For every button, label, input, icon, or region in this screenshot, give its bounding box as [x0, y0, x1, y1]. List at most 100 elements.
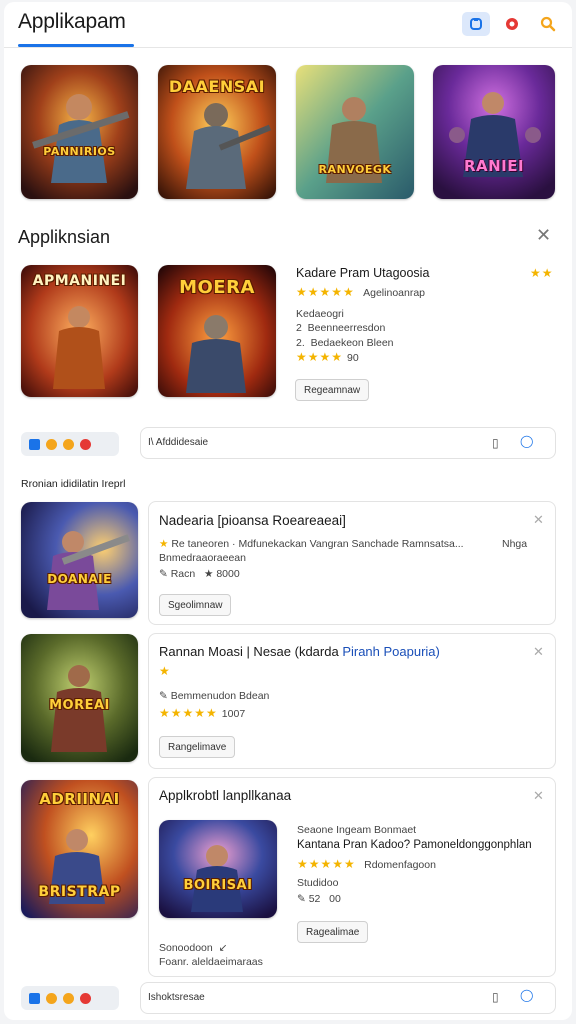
- tile-art-text: RANIEI: [463, 157, 525, 175]
- detail-title[interactable]: Kadare Pram Utagoosia: [296, 266, 429, 280]
- app-tile[interactable]: APMANINEI: [21, 265, 138, 397]
- featured-app-tile[interactable]: DAAENSAI: [158, 65, 276, 199]
- red-dot-icon[interactable]: [80, 992, 91, 1004]
- meta-text: Bemmenudon Bdean: [170, 690, 270, 702]
- detail-line: Kedaeogri: [296, 308, 344, 320]
- rating-value: 90: [347, 352, 359, 364]
- rating-value: 1007: [221, 708, 246, 720]
- top-app-bar: Applikapam: [4, 2, 572, 48]
- tile-art-text: RANVOEGK: [318, 163, 392, 176]
- stat-b: 00: [329, 893, 341, 905]
- info-stats: ✎ 52 00: [297, 893, 341, 905]
- featured-app-tile[interactable]: RANVOEGK: [296, 65, 414, 199]
- refresh-icon[interactable]: ◯: [520, 434, 533, 448]
- list-item-image[interactable]: MOREAI: [21, 634, 138, 762]
- info-line: Seaone Ingeam Bonmaet: [297, 824, 417, 836]
- red-dot-icon[interactable]: [80, 438, 91, 450]
- search-icon: [540, 16, 556, 32]
- detail-line: 2 Beenneerresdon: [296, 322, 386, 334]
- list-item-extra: Nhga: [502, 538, 528, 550]
- list-item-button[interactable]: Sgeolimnaw: [159, 594, 232, 616]
- tile-art-text: MOERA: [179, 277, 255, 298]
- detail-line: 2. Bedaekeon Bleen: [296, 337, 394, 349]
- close-icon[interactable]: ✕: [536, 225, 551, 246]
- rating-label: Agelinoanrap: [363, 287, 426, 299]
- list-item-title[interactable]: Applkrobtl lanpllkanaa: [159, 788, 291, 803]
- list-item-title[interactable]: Nadearia [pioansa Roeareaeai]: [159, 513, 346, 528]
- game-art-image: [21, 65, 138, 199]
- list-item-button[interactable]: Rangelimave: [159, 736, 236, 758]
- detail-rating-row: ★★★★ 90: [296, 350, 359, 364]
- quick-actions: [21, 986, 119, 1010]
- title-text: Rannan Moasi | Nesae (kdarda: [159, 644, 343, 659]
- list-item-image[interactable]: DOANAIE: [21, 502, 138, 618]
- info-rating: ★★★★★ Rdomenfagoon: [297, 857, 436, 871]
- pin-icon[interactable]: ✕: [533, 512, 544, 528]
- rating-label: Rdomenfagoon: [364, 859, 436, 871]
- detail-action-button[interactable]: Regeamnaw: [295, 379, 370, 401]
- tile-art-text: ADRIINAI: [39, 790, 120, 808]
- list-item-rating: ★★★★★ 1007: [159, 706, 246, 720]
- app-icon-button[interactable]: [462, 12, 490, 36]
- bookmark-icon[interactable]: [29, 992, 40, 1004]
- pin-icon[interactable]: ✕: [533, 644, 544, 660]
- bookmark-icon[interactable]: [29, 438, 40, 450]
- app-window: Applikapam PANNIRIOS DAAENSAI RANVOEGK R…: [4, 2, 572, 1020]
- tile-art-text: MOREAI: [49, 698, 110, 713]
- tile-art-text: APMANINEI: [32, 273, 127, 289]
- detail-rating: ★★★★★ Agelinoanrap: [296, 285, 426, 299]
- footer-line: Sonoodoon ↙: [159, 942, 228, 954]
- game-art-image: [433, 65, 555, 199]
- stat-b: 8000: [216, 568, 240, 580]
- stat-a: Racn: [170, 568, 196, 580]
- list-item-stars: ★: [159, 664, 170, 678]
- tile-art-text: PANNIRIOS: [43, 145, 116, 158]
- orange-dot-icon[interactable]: [63, 992, 74, 1004]
- stat-a: 52: [308, 893, 321, 905]
- desc-text: Re taneoren · Mdfunekackan Vangran Sanch…: [171, 538, 464, 550]
- app-icon: [470, 18, 482, 30]
- list-item-title[interactable]: Rannan Moasi | Nesae (kdarda Piranh Poap…: [159, 644, 440, 659]
- header-divider: [4, 47, 572, 48]
- inner-game-image[interactable]: BOIRISAI: [159, 820, 277, 918]
- tile-art-text: DOANAIE: [47, 572, 112, 586]
- orange-dot-icon[interactable]: [63, 438, 74, 450]
- refresh-icon[interactable]: ◯: [520, 988, 533, 1002]
- orange-dot-icon[interactable]: [46, 992, 57, 1004]
- pin-icon[interactable]: ✕: [533, 788, 544, 804]
- address-bar-text: Ishoktsresae: [148, 992, 205, 1003]
- copy-icon[interactable]: ▯: [492, 436, 499, 450]
- list-item-meta: ✎ Bemmenudon Bdean: [159, 690, 270, 702]
- detail-title-stars: ★★: [530, 266, 554, 280]
- info-title[interactable]: Kantana Pran Kadoo? Pamoneldonggonphlan: [297, 839, 532, 851]
- game-art-image: [21, 502, 138, 618]
- orange-dot-icon[interactable]: [46, 438, 57, 450]
- list-item-desc: ★ Re taneoren · Mdfunekackan Vangran San…: [159, 538, 464, 550]
- list-item-image[interactable]: ADRIINAI BRISTRAP: [21, 780, 138, 918]
- list-item-card[interactable]: Rannan Moasi | Nesae (kdarda Piranh Poap…: [148, 633, 556, 769]
- tile-art-text: BOIRISAI: [183, 878, 253, 893]
- list-heading: Rronian ididilatin Ireprl: [21, 478, 126, 490]
- game-art-image: [159, 820, 277, 918]
- title-link[interactable]: Piranh Poapuria): [342, 644, 440, 659]
- copy-icon[interactable]: ▯: [492, 990, 499, 1004]
- list-item-button[interactable]: Ragealimae: [297, 921, 369, 943]
- featured-app-tile[interactable]: RANIEI: [433, 65, 555, 199]
- search-button[interactable]: [534, 12, 562, 36]
- quick-actions: [21, 432, 119, 456]
- record-button[interactable]: [498, 12, 526, 36]
- featured-app-tile[interactable]: PANNIRIOS: [21, 65, 138, 199]
- list-item-card[interactable]: Nadearia [pioansa Roeareaeai] ✕ ★ Re tan…: [148, 501, 556, 625]
- info-line: Studidoo: [297, 877, 339, 889]
- app-tile[interactable]: MOERA: [158, 265, 276, 397]
- tile-art-text: BRISTRAP: [38, 884, 121, 900]
- record-icon: [506, 18, 518, 30]
- list-item-card[interactable]: Applkrobtl lanpllkanaa ✕ BOIRISAI Seaone…: [148, 777, 556, 977]
- app-title: Applikapam: [18, 10, 126, 33]
- game-art-image: [296, 65, 414, 199]
- footer-line: Foanr. aleldaeimaraas: [159, 956, 263, 968]
- tile-art-text: DAAENSAI: [168, 77, 266, 96]
- address-bar-text: I\ Afddidesaie: [148, 437, 209, 448]
- list-item-stats: ✎ Racn ★ 8000: [159, 568, 240, 580]
- section-title: Appliknsian: [18, 227, 111, 247]
